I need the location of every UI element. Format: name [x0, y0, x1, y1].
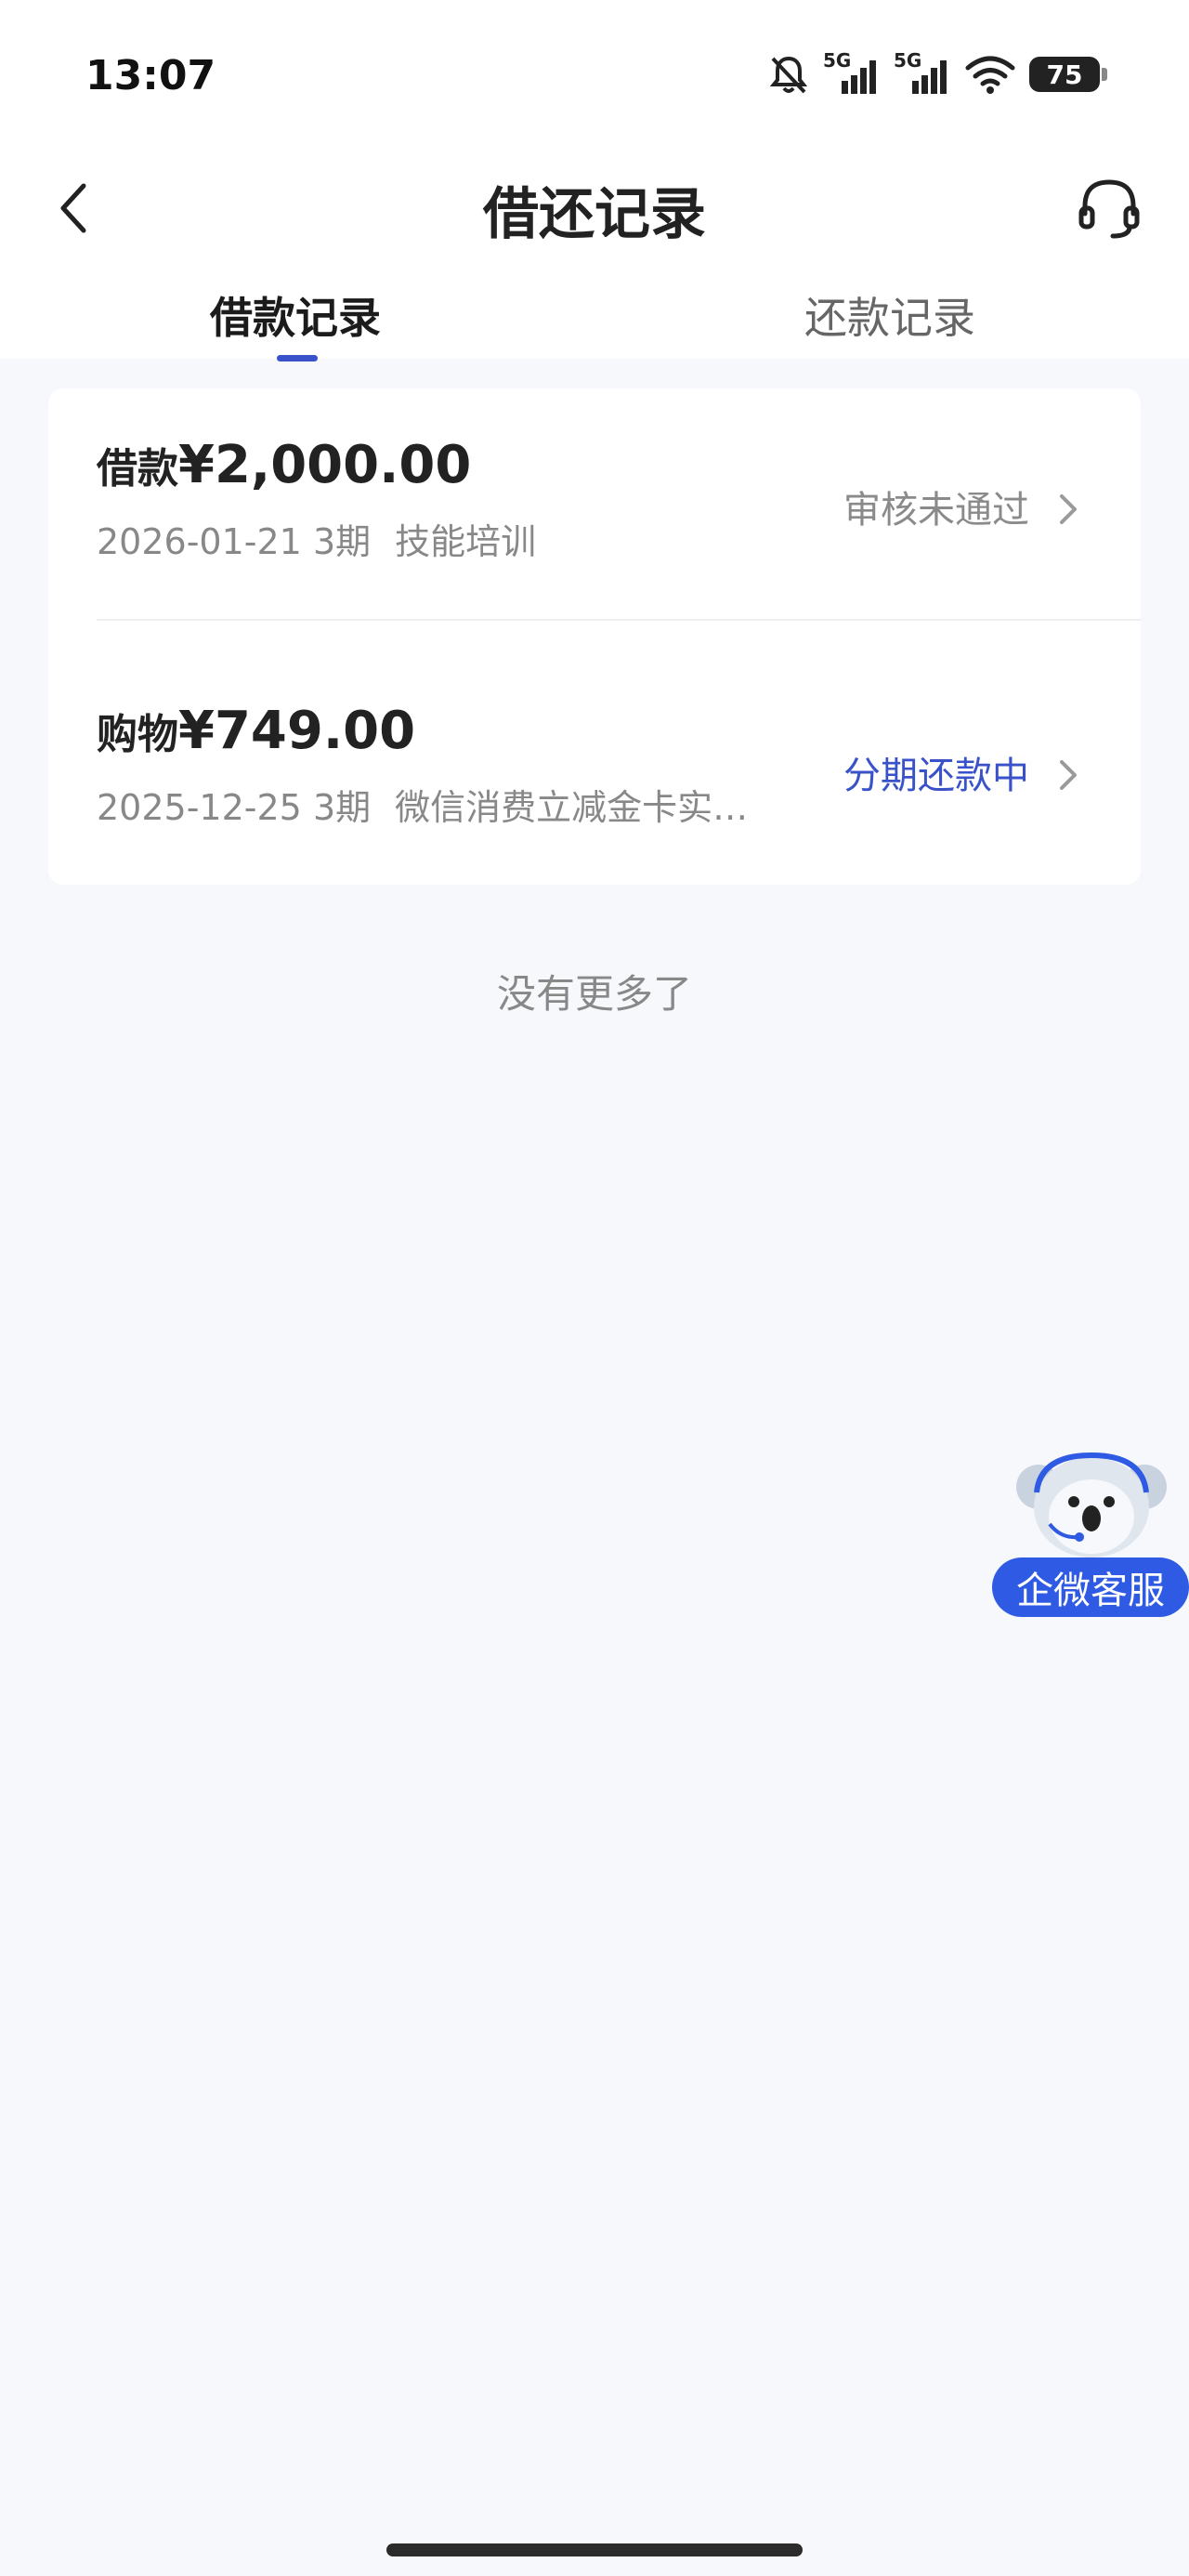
signal-5g-icon-2: 5G [894, 49, 951, 96]
record-purpose: 微信消费立减金卡实… [395, 787, 749, 828]
battery-indicator: 75 [1029, 57, 1107, 92]
record-details: 2025-12-25 3期 微信消费立减金卡实… [97, 779, 748, 830]
record-amount: 购物¥749.00 [97, 701, 415, 761]
record-date: 2025-12-25 [97, 787, 302, 828]
record-date: 2026-01-21 [97, 521, 302, 562]
record-type-label: 购物 [97, 711, 178, 758]
record-amount: 借款¥2,000.00 [97, 435, 471, 495]
tab-borrow-records[interactable]: 借款记录 [210, 284, 381, 346]
records-card: 借款¥2,000.00 2026-01-21 3期 技能培训 审核未通过 购物¥7… [48, 388, 1141, 885]
record-item[interactable]: 购物¥749.00 2025-12-25 3期 微信消费立减金卡实… 分期还款中 [48, 691, 1141, 914]
record-status: 审核未通过 [843, 489, 1029, 532]
record-amount-value: ¥2,000.00 [178, 435, 472, 495]
record-item[interactable]: 借款¥2,000.00 2026-01-21 3期 技能培训 审核未通过 [48, 426, 1141, 649]
chevron-right-icon [1060, 760, 1077, 790]
no-more-text: 没有更多了 [496, 971, 692, 1017]
float-service-label: 企微客服 [992, 1557, 1189, 1617]
chevron-right-icon [1060, 494, 1077, 524]
home-indicator[interactable] [386, 2543, 803, 2556]
status-icons: 5G 5G 75 [767, 48, 1107, 100]
signal-5g-icon-1: 5G [823, 49, 881, 96]
tab-repay-records[interactable]: 还款记录 [804, 284, 975, 346]
bell-muted-icon [769, 56, 808, 94]
record-type-label: 借款 [97, 445, 178, 493]
koala-mascot-icon [1016, 1452, 1167, 1557]
page-title: 借还记录 [483, 182, 706, 247]
wifi-icon [965, 56, 1015, 94]
active-tab-indicator [277, 355, 318, 361]
record-divider [97, 619, 1141, 621]
status-time: 13:07 [85, 52, 216, 99]
record-details: 2026-01-21 3期 技能培训 [97, 513, 536, 564]
record-term: 3期 [312, 521, 372, 562]
record-status: 分期还款中 [843, 755, 1029, 797]
record-term: 3期 [312, 787, 372, 828]
float-service-button[interactable]: 企微客服 [992, 1450, 1189, 1617]
record-purpose: 技能培训 [395, 521, 537, 562]
record-amount-value: ¥749.00 [178, 701, 416, 761]
headset-icon[interactable] [1076, 173, 1143, 243]
